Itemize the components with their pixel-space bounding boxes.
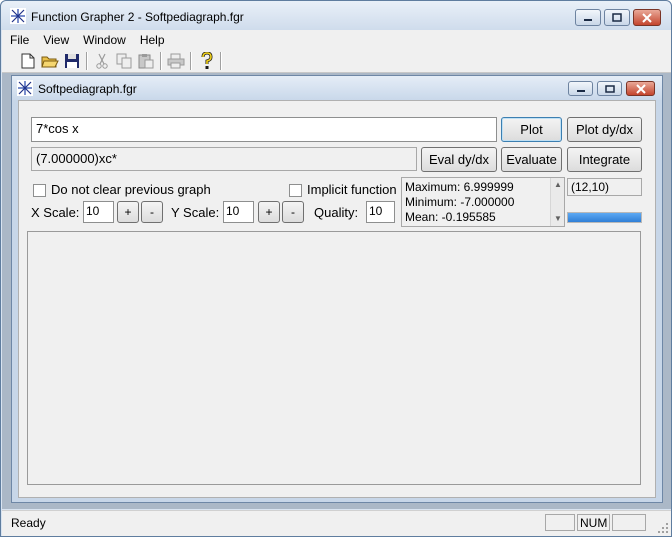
- evaluate-button[interactable]: Evaluate: [501, 147, 562, 172]
- new-icon: [21, 53, 35, 69]
- graph-canvas[interactable]: [27, 231, 641, 485]
- status-text: Ready: [11, 516, 46, 530]
- coordinate-readout: (12,10): [567, 178, 642, 196]
- mdi-client-area: Softpediagraph.fgr 7*cos x Plot Plot dy/…: [2, 73, 671, 509]
- window-title: Function Grapher 2 - Softpediagraph.fgr: [31, 10, 244, 24]
- yscale-minus-button[interactable]: -: [282, 201, 304, 223]
- implicit-label: Implicit function: [307, 182, 397, 197]
- document-close-button[interactable]: [626, 81, 655, 96]
- restore-icon: [604, 84, 615, 93]
- xscale-label: X Scale:: [31, 205, 80, 220]
- plot-button[interactable]: Plot: [501, 117, 562, 142]
- scroll-up-icon[interactable]: ▲: [554, 180, 562, 189]
- no-clear-checkbox[interactable]: [33, 184, 46, 197]
- main-window: Function Grapher 2 - Softpediagraph.fgr …: [0, 0, 672, 537]
- document-title-bar[interactable]: Softpediagraph.fgr: [12, 76, 662, 100]
- print-button[interactable]: [165, 51, 187, 71]
- stats-mean: Mean: -0.195585: [405, 210, 496, 224]
- no-clear-label: Do not clear previous graph: [51, 182, 211, 197]
- function-input[interactable]: 7*cos x: [31, 117, 497, 142]
- close-icon: [642, 12, 652, 23]
- yscale-plus-button[interactable]: +: [258, 201, 280, 223]
- plot-dydx-button[interactable]: Plot dy/dx: [567, 117, 642, 142]
- open-button[interactable]: [39, 51, 61, 71]
- stats-minimum: Minimum: -7.000000: [405, 195, 515, 209]
- close-button[interactable]: [633, 9, 661, 26]
- stats-scrollbar[interactable]: ▲ ▼: [550, 178, 564, 226]
- help-icon: [201, 52, 213, 69]
- status-panel-scroll: [612, 514, 646, 531]
- title-bar[interactable]: Function Grapher 2 - Softpediagraph.fgr: [1, 1, 671, 30]
- quality-input[interactable]: 10: [366, 201, 395, 223]
- menu-help[interactable]: Help: [132, 33, 171, 47]
- integrate-button[interactable]: Integrate: [567, 147, 642, 172]
- xscale-minus-button[interactable]: -: [141, 201, 163, 223]
- help-button[interactable]: [196, 51, 218, 71]
- document-window: Softpediagraph.fgr 7*cos x Plot Plot dy/…: [11, 75, 663, 503]
- document-minimize-button[interactable]: [568, 81, 593, 96]
- open-icon: [41, 56, 59, 68]
- resize-grip-icon[interactable]: [657, 522, 669, 534]
- quality-label: Quality:: [314, 205, 359, 220]
- maximize-button[interactable]: [604, 9, 630, 26]
- document-restore-button[interactable]: [597, 81, 622, 96]
- menu-window[interactable]: Window: [75, 33, 132, 47]
- paste-icon: [138, 54, 154, 69]
- document-client: 7*cos x Plot Plot dy/dx (7.000000)xc* Ev…: [18, 100, 656, 498]
- save-icon: [65, 54, 79, 68]
- status-bar: Ready NUM: [2, 510, 671, 536]
- stats-box: Maximum: 6.999999 Minimum: -7.000000 Mea…: [401, 177, 565, 227]
- maximize-icon: [612, 12, 622, 22]
- close-icon: [635, 83, 646, 94]
- toolbar: [2, 49, 671, 73]
- toolbar-separator: [86, 52, 88, 70]
- document-icon: [17, 80, 33, 96]
- progress-fill: [568, 213, 641, 222]
- paste-button[interactable]: [135, 51, 157, 71]
- result-field: (7.000000)xc*: [31, 147, 417, 171]
- eval-dydx-button[interactable]: Eval dy/dx: [421, 147, 497, 172]
- copy-icon: [116, 53, 132, 69]
- app-icon: [10, 8, 26, 24]
- toolbar-separator: [190, 52, 192, 70]
- copy-button[interactable]: [113, 51, 135, 71]
- minimize-button[interactable]: [575, 9, 601, 26]
- toolbar-separator: [220, 52, 222, 70]
- save-button[interactable]: [61, 51, 83, 71]
- minimize-icon: [584, 18, 592, 21]
- scroll-down-icon[interactable]: ▼: [554, 214, 562, 223]
- xscale-input[interactable]: 10: [83, 201, 114, 223]
- status-panel-caps: [545, 514, 575, 531]
- cut-button[interactable]: [91, 51, 113, 71]
- minimize-icon: [576, 89, 585, 92]
- document-title: Softpediagraph.fgr: [38, 82, 137, 96]
- new-button[interactable]: [17, 51, 39, 71]
- stats-maximum: Maximum: 6.999999: [405, 180, 514, 194]
- print-icon: [167, 53, 185, 69]
- progress-bar: [567, 212, 642, 223]
- menu-file[interactable]: File: [2, 33, 35, 47]
- xscale-plus-button[interactable]: +: [117, 201, 139, 223]
- menu-bar: File View Window Help: [2, 30, 671, 49]
- menu-view[interactable]: View: [35, 33, 75, 47]
- status-panel-num: NUM: [577, 514, 610, 531]
- cut-icon: [96, 53, 108, 69]
- toolbar-separator: [160, 52, 162, 70]
- yscale-label: Y Scale:: [171, 205, 220, 220]
- implicit-checkbox[interactable]: [289, 184, 302, 197]
- yscale-input[interactable]: 10: [223, 201, 254, 223]
